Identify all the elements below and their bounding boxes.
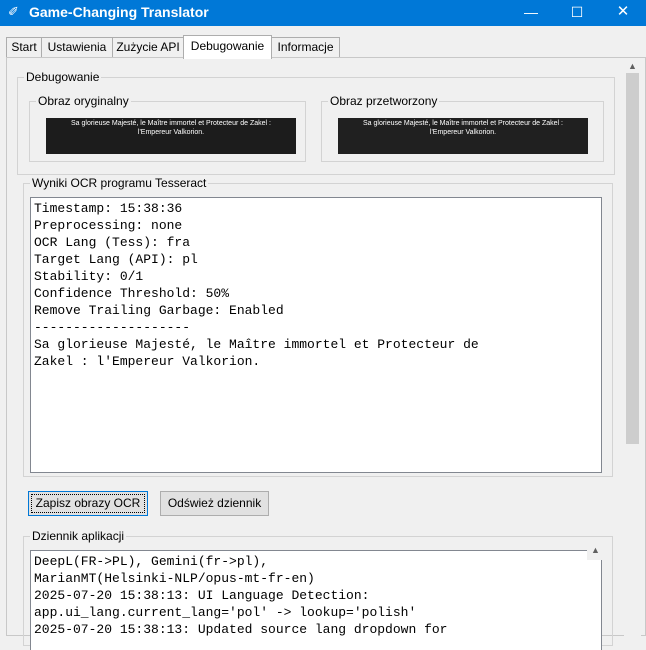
- ocr-line: Stability: 0/1: [34, 269, 144, 284]
- tab-info[interactable]: Informacje: [271, 37, 340, 58]
- ocr-line: Timestamp: 15:38:36: [34, 201, 183, 216]
- ocr-results-text[interactable]: Timestamp: 15:38:36 Preprocessing: none OC…: [30, 197, 602, 473]
- original-image-frame: Obraz oryginalny Sa glorieuse Majesté, l…: [29, 94, 306, 162]
- log-line: 2025-07-20 15:38:13: UI Language Detecti…: [34, 588, 370, 603]
- log-line: DeepL(FR->PL), Gemini(fr->pl),: [34, 554, 269, 569]
- app-log-scrollbar[interactable]: ▲: [587, 540, 604, 560]
- minimize-button[interactable]: —: [508, 0, 554, 26]
- log-line: MarianMT(Helsinki-NLP/opus-mt-fr-en): [34, 571, 315, 586]
- ocr-line: Remove Trailing Garbage: Enabled: [34, 303, 284, 318]
- save-ocr-images-label: Zapisz obrazy OCR: [31, 494, 145, 513]
- app-log-text[interactable]: DeepL(FR->PL), Gemini(fr->pl), MarianMT(H…: [30, 550, 602, 650]
- processed-image-caption-2: l'Empereur Valkorion.: [429, 129, 497, 136]
- ocr-line: Sa glorieuse Majesté, le Maître immortel…: [34, 337, 479, 352]
- original-ocr-image: Sa glorieuse Majesté, le Maître immortel…: [46, 118, 296, 154]
- ocr-line: Target Lang (API): pl: [34, 252, 198, 267]
- processed-image-caption-1: Sa glorieuse Majesté, le Maître immortel…: [363, 120, 563, 127]
- debug-tab-panel: Debugowanie Obraz oryginalny Sa glorieus…: [6, 57, 646, 650]
- processed-image-frame: Obraz przetworzony Sa glorieuse Majesté,…: [321, 94, 604, 162]
- tab-api-usage[interactable]: Zużycie API: [112, 37, 184, 58]
- title-bar: ✐ Game-Changing Translator — ☐ ✕: [0, 0, 646, 26]
- tab-settings[interactable]: Ustawienia: [41, 37, 113, 58]
- ocr-results-label: Wyniki OCR programu Tesseract: [30, 176, 209, 190]
- original-image-label: Obraz oryginalny: [36, 94, 131, 108]
- debug-section: Debugowanie Obraz oryginalny Sa glorieus…: [17, 70, 615, 175]
- app-log-frame: Dziennik aplikacji DeepL(FR->PL), Gemini…: [23, 529, 613, 650]
- save-ocr-images-button[interactable]: Zapisz obrazy OCR: [28, 491, 148, 516]
- maximize-button[interactable]: ☐: [554, 0, 600, 26]
- log-line: 2025-07-20 15:38:13: Updated source lang…: [34, 622, 448, 637]
- app-log-label: Dziennik aplikacji: [30, 529, 127, 543]
- processed-ocr-image: Sa glorieuse Majesté, le Maître immortel…: [338, 118, 588, 154]
- ocr-line: Preprocessing: none: [34, 218, 183, 233]
- ocr-line: Confidence Threshold: 50%: [34, 286, 230, 301]
- ocr-results-frame: Wyniki OCR programu Tesseract Timestamp:…: [23, 176, 613, 477]
- refresh-log-button[interactable]: Odśwież dziennik: [160, 491, 269, 516]
- ocr-line: OCR Lang (Tess): fra: [34, 235, 191, 250]
- close-button[interactable]: ✕: [600, 0, 646, 26]
- log-line: app.ui_lang.current_lang='pol' -> lookup…: [34, 605, 417, 620]
- processed-image-label: Obraz przetworzony: [328, 94, 440, 108]
- main-scrollbar[interactable]: ▲: [624, 58, 641, 636]
- scrollbar-thumb[interactable]: [626, 73, 639, 444]
- window-title: Game-Changing Translator: [29, 4, 209, 20]
- ocr-line: --------------------: [34, 320, 191, 335]
- log-scroll-up-icon[interactable]: ▲: [587, 542, 604, 559]
- debug-section-label: Debugowanie: [24, 70, 102, 84]
- tab-debug[interactable]: Debugowanie: [183, 35, 272, 59]
- ocr-line: Zakel : l'Empereur Valkorion.: [34, 354, 261, 369]
- feather-icon: ✐: [8, 4, 19, 19]
- tab-start[interactable]: Start: [6, 37, 42, 58]
- original-image-caption-2: l'Empereur Valkorion.: [137, 129, 205, 136]
- original-image-caption-1: Sa glorieuse Majesté, le Maître immortel…: [71, 120, 271, 127]
